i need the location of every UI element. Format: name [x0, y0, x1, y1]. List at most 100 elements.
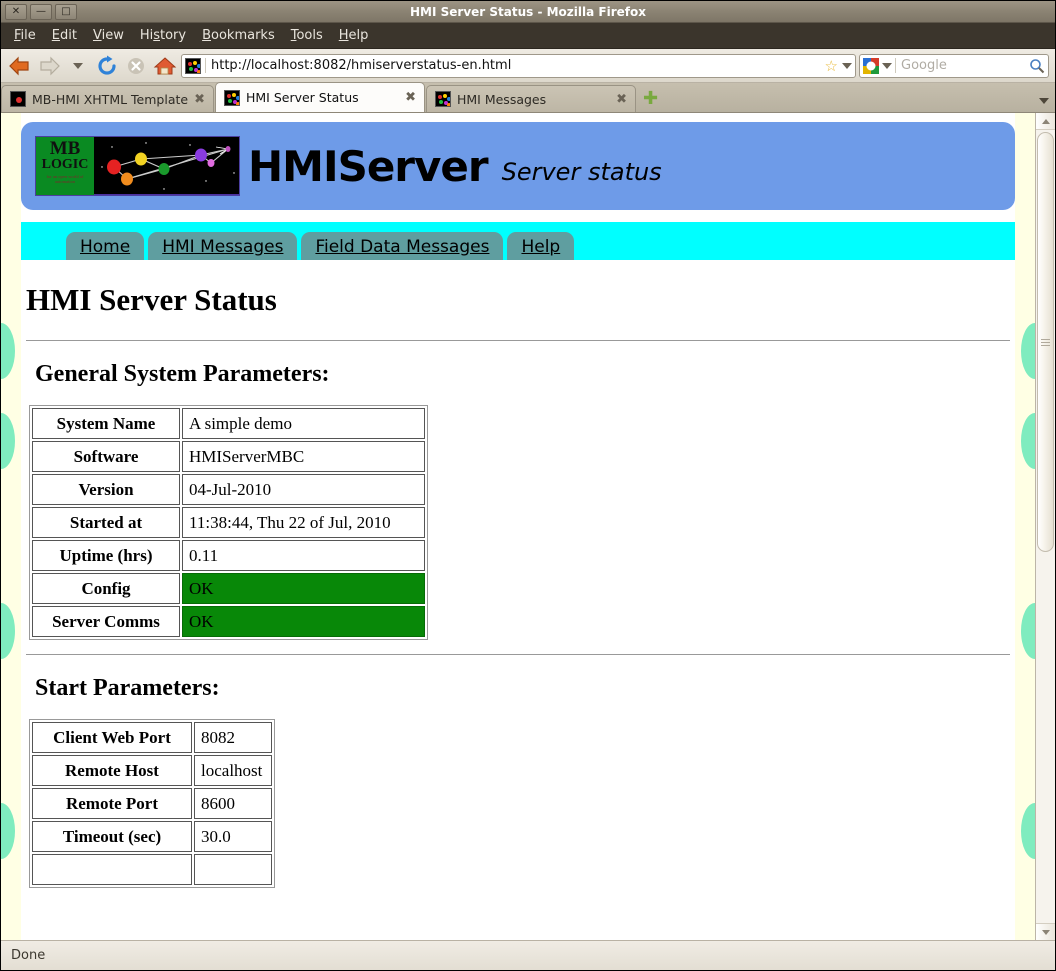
scroll-up-button[interactable] [1036, 113, 1055, 130]
start-parameters-table: Client Web Port 8082 Remote Host localho… [29, 719, 275, 888]
reload-button[interactable] [94, 53, 120, 79]
scrollbar-grip-icon [1041, 338, 1050, 346]
browser-tab-mb-hmi-xhtml-template[interactable]: MB-HMI XHTML Template ✖ [1, 85, 214, 112]
menu-item-file[interactable]: File [7, 25, 43, 46]
forward-button[interactable] [36, 53, 62, 79]
nav-link-hmi-messages[interactable]: HMI Messages [148, 232, 298, 260]
home-button[interactable] [152, 53, 178, 79]
chevron-down-icon [73, 62, 83, 69]
table-row: Remote Port 8600 [32, 788, 272, 819]
margin-blob [1, 603, 15, 659]
home-icon [153, 56, 177, 74]
row-label [32, 854, 192, 885]
menu-item-help[interactable]: Help [332, 25, 376, 46]
mblogic-logo: MB LOGIC for an open world of automation [35, 136, 240, 196]
tab-favicon-icon [434, 91, 451, 107]
menu-bar: File Edit View History Bookmarks Tools H… [1, 23, 1055, 49]
table-row: Timeout (sec) 30.0 [32, 821, 272, 852]
close-window-button[interactable]: ✕ [5, 3, 27, 20]
nav-link-help[interactable]: Help [507, 232, 575, 260]
menu-item-bookmarks[interactable]: Bookmarks [195, 25, 282, 46]
search-engine-dropdown-icon[interactable] [882, 62, 892, 69]
margin-blob [1021, 803, 1035, 859]
back-arrow-icon [9, 56, 29, 75]
page-viewport: MB LOGIC for an open world of automation [1, 113, 1035, 940]
url-text[interactable]: http://localhost:8082/hmiserverstatus-en… [205, 58, 821, 73]
reload-icon [98, 55, 116, 75]
close-icon: ✕ [11, 5, 21, 17]
maximize-icon: □ [61, 5, 71, 17]
table-row: Server Comms OK [32, 606, 425, 637]
row-value: 30.0 [194, 821, 272, 852]
scrollbar-thumb[interactable] [1037, 132, 1054, 552]
search-input[interactable]: Google [895, 58, 1026, 73]
back-button[interactable] [7, 53, 33, 79]
site-banner: MB LOGIC for an open world of automation [21, 122, 1015, 210]
maximize-window-button[interactable]: □ [55, 3, 77, 20]
table-row: System Name A simple demo [32, 408, 425, 439]
row-label: Uptime (hrs) [32, 540, 180, 571]
scroll-down-button[interactable] [1036, 923, 1055, 940]
row-value: 04-Jul-2010 [182, 474, 425, 505]
menu-item-history[interactable]: History [133, 25, 193, 46]
window-controls: ✕ — □ [5, 3, 77, 20]
bookmark-star-icon[interactable]: ☆ [825, 57, 838, 75]
browser-window: ✕ — □ HMI Server Status - Mozilla Firefo… [0, 0, 1056, 971]
browser-tab-hmi-server-status[interactable]: HMI Server Status ✖ [214, 82, 425, 112]
row-label: Config [32, 573, 180, 604]
logo-logic-text: LOGIC [41, 157, 89, 172]
logo-constellation-image [94, 137, 239, 195]
web-page: MB LOGIC for an open world of automation [1, 113, 1035, 940]
close-tab-icon[interactable]: ✖ [405, 90, 416, 105]
chevron-down-icon [1041, 929, 1050, 935]
tab-favicon-icon [10, 91, 26, 107]
browser-tab-hmi-messages[interactable]: HMI Messages ✖ [425, 85, 636, 112]
margin-blob [1, 323, 15, 379]
search-bar[interactable]: Google [859, 53, 1049, 78]
logo-mb-text: MB [49, 138, 81, 159]
content-area: MB LOGIC for an open world of automation [1, 113, 1055, 940]
margin-blob [1021, 323, 1035, 379]
google-icon [863, 57, 879, 74]
nav-link-home[interactable]: Home [66, 232, 145, 260]
browser-tab-label: HMI Messages [456, 91, 547, 107]
vertical-scrollbar[interactable] [1035, 113, 1055, 940]
row-label: Version [32, 474, 180, 505]
row-label: Client Web Port [32, 722, 192, 753]
tab-favicon-icon [223, 89, 240, 106]
minimize-window-button[interactable]: — [30, 3, 52, 20]
site-brand-title: HMIServer [248, 141, 489, 191]
search-icon[interactable] [1029, 58, 1045, 74]
close-tab-icon[interactable]: ✖ [194, 92, 205, 107]
nav-link-field-data-messages[interactable]: Field Data Messages [301, 232, 504, 260]
browser-tab-label: MB-HMI XHTML Template [32, 91, 189, 107]
menu-item-edit[interactable]: Edit [45, 25, 84, 46]
row-label: Timeout (sec) [32, 821, 192, 852]
logo-tagline-text: for an open world of automation [46, 174, 84, 185]
url-dropdown-icon[interactable] [842, 62, 852, 69]
menu-item-view[interactable]: View [86, 25, 131, 46]
title-bar: ✕ — □ HMI Server Status - Mozilla Firefo… [1, 1, 1055, 23]
status-badge: OK [182, 606, 425, 637]
menu-item-tools[interactable]: Tools [284, 25, 330, 46]
row-label: Started at [32, 507, 180, 538]
row-value: localhost [194, 755, 272, 786]
logo-wordmark: MB LOGIC for an open world of automation [36, 137, 94, 195]
tab-list-chevron-down-icon[interactable] [1039, 98, 1049, 104]
chevron-up-icon [1041, 118, 1050, 124]
margin-blob [1, 803, 15, 859]
new-tab-button[interactable]: ✚ [643, 90, 658, 108]
page-right-margin-decoration [1015, 113, 1035, 940]
browser-tab-label: HMI Server Status [245, 90, 359, 105]
stop-button[interactable] [123, 53, 149, 79]
close-tab-icon[interactable]: ✖ [616, 92, 627, 107]
margin-blob [1, 413, 15, 469]
row-value: 8600 [194, 788, 272, 819]
row-label: Software [32, 441, 180, 472]
table-row: Client Web Port 8082 [32, 722, 272, 753]
url-bar[interactable]: http://localhost:8082/hmiserverstatus-en… [181, 53, 856, 78]
history-dropdown-button[interactable] [65, 53, 91, 79]
page-title: HMI Server Status [26, 282, 277, 317]
stop-icon [128, 57, 144, 74]
scrollbar-track[interactable] [1036, 130, 1055, 923]
